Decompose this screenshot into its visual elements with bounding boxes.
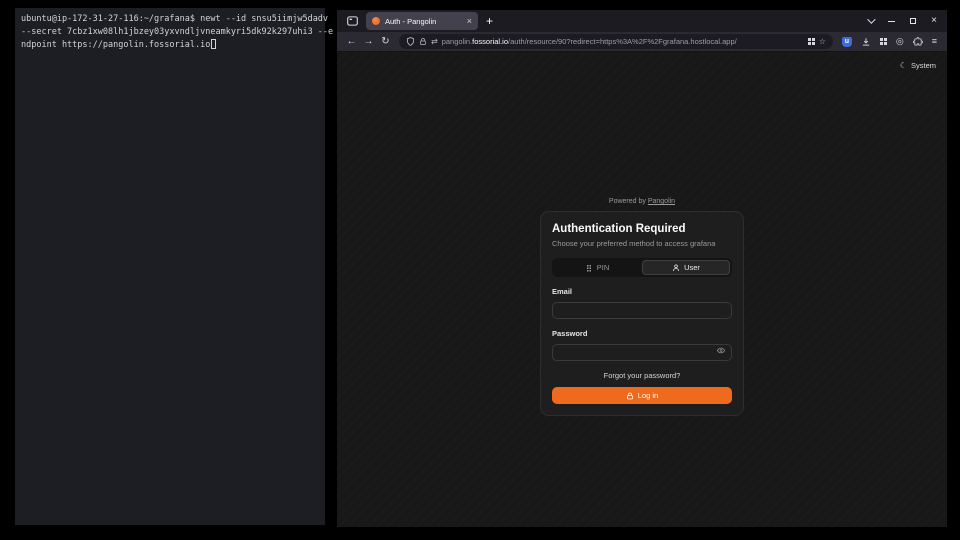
minimize-button[interactable] xyxy=(888,21,895,22)
email-label: Email xyxy=(552,287,732,296)
login-button-label: Log in xyxy=(638,391,658,400)
page-actions-grid-icon[interactable] xyxy=(808,38,815,45)
new-tab-button[interactable]: + xyxy=(483,14,496,28)
firefox-view-button[interactable] xyxy=(343,14,361,29)
url-path: /auth/resource/90?redirect=https%3A%2F%2… xyxy=(508,37,737,46)
bookmark-star-icon[interactable]: ☆ xyxy=(819,38,826,46)
user-person-icon xyxy=(672,264,680,272)
tab-close-icon[interactable]: × xyxy=(467,17,472,26)
permissions-swap-icon[interactable]: ⇄ xyxy=(431,38,438,46)
eye-icon xyxy=(716,346,726,355)
window-controls: × xyxy=(888,16,937,26)
url-subdomain: pangolin. xyxy=(442,37,472,46)
terminal-line: --secret 7cbz1xw08lh1jbzey03yxvndljvneam… xyxy=(21,26,319,39)
forgot-password-link[interactable]: Forgot your password? xyxy=(552,371,732,380)
password-field-wrap xyxy=(552,342,732,361)
powered-by: Powered by Pangolin xyxy=(540,198,744,205)
password-input[interactable] xyxy=(552,344,732,361)
auth-card-title: Authentication Required xyxy=(552,223,732,235)
url-text: pangolin.fossorial.io/auth/resource/90?r… xyxy=(442,37,804,46)
back-button[interactable]: ← xyxy=(343,37,360,47)
maximize-button[interactable] xyxy=(910,18,916,24)
email-input[interactable] xyxy=(552,302,732,319)
list-all-tabs-chevron-icon[interactable] xyxy=(867,15,875,23)
terminal-line: ndpoint https://pangolin.fossorial.io xyxy=(21,39,319,52)
email-field-wrap xyxy=(552,300,732,319)
tab-pin-label: PIN xyxy=(597,263,610,272)
toolbar-extension-icons: u ◎ ≡ xyxy=(842,37,937,47)
circle-extension-icon[interactable]: ◎ xyxy=(896,37,904,46)
login-lock-icon xyxy=(626,392,634,400)
terminal-window[interactable]: ubuntu@ip-172-31-27-116:~/grafana$ newt … xyxy=(15,8,325,525)
url-bar[interactable]: ⇄ pangolin.fossorial.io/auth/resource/90… xyxy=(399,34,833,49)
url-domain: fossorial.io xyxy=(472,37,508,46)
menu-hamburger-icon[interactable]: ≡ xyxy=(932,37,937,46)
grid-extension-icon[interactable] xyxy=(880,38,887,45)
tab-pin[interactable]: PIN xyxy=(554,260,640,275)
browser-window: Auth - Pangolin × + × ← → ↻ ⇄ pangolin.f… xyxy=(337,10,947,527)
tracking-protection-shield-icon[interactable] xyxy=(406,37,415,46)
https-lock-icon[interactable] xyxy=(419,37,427,46)
pin-keypad-icon xyxy=(585,264,593,272)
extensions-puzzle-icon[interactable] xyxy=(913,37,923,47)
browser-tab-bar: Auth - Pangolin × + × xyxy=(337,10,947,32)
tab-user[interactable]: User xyxy=(642,260,730,275)
password-label: Password xyxy=(552,329,732,338)
reload-button[interactable]: ↻ xyxy=(377,37,394,47)
terminal-cursor xyxy=(211,39,216,49)
tab-user-label: User xyxy=(684,263,700,272)
window-close-button[interactable]: × xyxy=(931,16,937,26)
show-password-button[interactable] xyxy=(716,346,726,355)
downloads-icon[interactable] xyxy=(861,37,871,47)
auth-section: Powered by Pangolin Authentication Requi… xyxy=(540,198,744,416)
ublock-extension-icon[interactable]: u xyxy=(842,37,852,47)
auth-card: Authentication Required Choose your pref… xyxy=(540,211,744,416)
page-content: ☾ System Powered by Pangolin Authenticat… xyxy=(337,52,947,527)
pangolin-link[interactable]: Pangolin xyxy=(648,198,675,205)
auth-method-tabs: PIN User xyxy=(552,258,732,277)
login-button[interactable]: Log in xyxy=(552,387,732,404)
theme-toggle-label: System xyxy=(911,61,936,70)
pangolin-favicon-icon xyxy=(372,17,380,25)
forward-button[interactable]: → xyxy=(360,37,377,47)
firefox-view-icon xyxy=(347,16,358,26)
browser-nav-bar: ← → ↻ ⇄ pangolin.fossorial.io/auth/resou… xyxy=(337,32,947,52)
powered-by-text: Powered by xyxy=(609,198,646,205)
tab-title: Auth - Pangolin xyxy=(385,17,462,26)
tab-auth-pangolin[interactable]: Auth - Pangolin × xyxy=(366,12,478,30)
terminal-line-text: ndpoint https://pangolin.fossorial.io xyxy=(21,40,210,50)
auth-card-subtitle: Choose your preferred method to access g… xyxy=(552,239,732,248)
terminal-line: ubuntu@ip-172-31-27-116:~/grafana$ newt … xyxy=(21,13,319,26)
theme-toggle-button[interactable]: ☾ System xyxy=(900,61,936,70)
moon-icon: ☾ xyxy=(900,61,907,70)
